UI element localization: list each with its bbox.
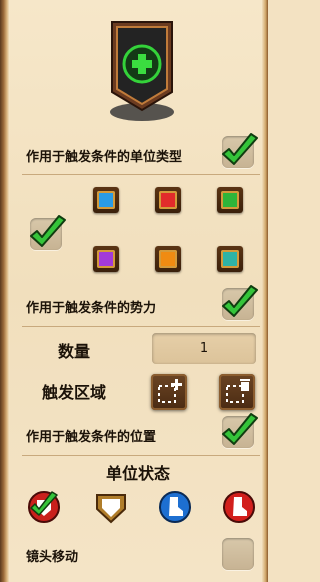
force-all-checkbox[interactable] xyxy=(30,215,66,250)
damaged-state-toggle[interactable] xyxy=(27,490,61,524)
panel-border-left xyxy=(0,0,9,582)
speed-state-icon xyxy=(159,491,191,523)
green-checkmark-icon xyxy=(222,133,258,165)
force-checkbox[interactable] xyxy=(222,285,258,320)
force-swatch-teal[interactable] xyxy=(217,246,243,272)
force-swatch-orange[interactable] xyxy=(155,246,181,272)
remove-area-icon xyxy=(226,379,250,403)
count-input[interactable]: 1 xyxy=(152,333,256,364)
panel-border-right xyxy=(262,0,268,582)
position-label: 作用于触发条件的位置 xyxy=(26,430,157,445)
position-checkbox[interactable] xyxy=(222,413,258,448)
count-label: 数量 xyxy=(58,342,91,361)
unit-type-label: 作用于触发条件的单位类型 xyxy=(26,150,183,165)
armor-state-icon xyxy=(96,494,126,524)
green-checkmark-icon xyxy=(30,215,66,247)
armor-state-toggle[interactable] xyxy=(94,490,128,524)
camera-move-checkbox[interactable] xyxy=(222,538,254,570)
trigger-area-label: 触发区域 xyxy=(42,383,107,402)
unit-state-label: 单位状态 xyxy=(106,464,171,483)
divider xyxy=(22,174,260,175)
force-swatch-blue[interactable] xyxy=(93,187,119,213)
damaged-state-icon xyxy=(28,491,60,523)
unit-type-checkbox[interactable] xyxy=(222,133,258,168)
add-area-icon xyxy=(158,379,182,403)
green-plus-shield-icon xyxy=(106,18,178,122)
wounded-state-icon xyxy=(223,491,255,523)
add-area-button[interactable] xyxy=(151,374,187,410)
force-label: 作用于触发条件的势力 xyxy=(26,301,157,316)
green-checkmark-icon xyxy=(222,413,258,445)
remove-area-button[interactable] xyxy=(219,374,255,410)
camera-move-label: 镜头移动 xyxy=(26,550,79,565)
speed-state-toggle[interactable] xyxy=(158,490,192,524)
force-swatch-green[interactable] xyxy=(217,187,243,213)
divider xyxy=(22,326,260,327)
force-swatch-purple[interactable] xyxy=(93,246,119,272)
divider xyxy=(22,455,260,456)
green-checkmark-icon xyxy=(222,285,258,317)
wounded-state-toggle[interactable] xyxy=(222,490,256,524)
force-swatch-red[interactable] xyxy=(155,187,181,213)
